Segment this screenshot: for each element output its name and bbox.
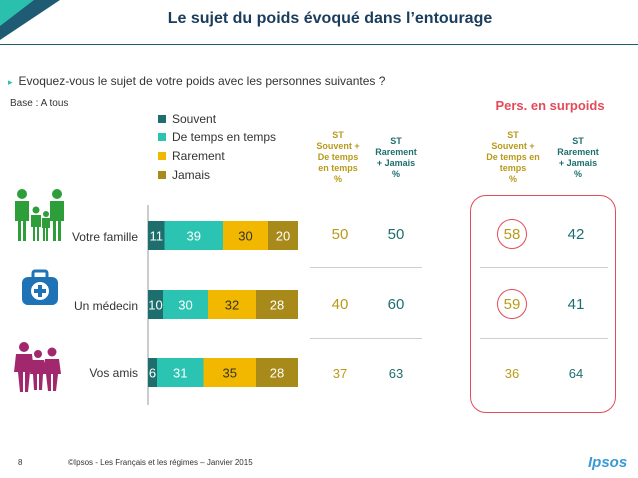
bar-data-label: 11 <box>150 229 164 244</box>
bar-data-label: 10 <box>148 298 162 313</box>
ipsos-logo: Ipsos <box>588 454 628 471</box>
bar-data-label: 30 <box>178 298 192 313</box>
row-separator <box>480 267 608 268</box>
value-st-often-group-famille: 58 <box>503 226 521 243</box>
bar-data-label: 39 <box>187 229 201 244</box>
value-st-often-amis: 37 <box>332 366 348 381</box>
page-number: 8 <box>18 458 23 467</box>
value-st-rare-amis: 63 <box>388 366 404 381</box>
bar-data-label: 20 <box>276 229 290 244</box>
value-st-often-famille: 50 <box>331 226 349 243</box>
bar-data-label: 32 <box>225 298 239 313</box>
bar-data-label: 28 <box>270 366 284 381</box>
value-st-rare-group-medecin: 41 <box>567 296 585 313</box>
stacked-bar-chart: 11 39 30 20 10 30 32 28 6 31 35 28 <box>147 205 298 405</box>
row-separator <box>310 267 422 268</box>
value-st-often-medecin: 40 <box>331 296 349 313</box>
bar-data-label: 28 <box>270 298 284 313</box>
row-separator <box>310 338 422 339</box>
bar-data-label: 31 <box>173 366 187 381</box>
value-st-often-group-medecin: 59 <box>503 296 521 313</box>
footer-copyright: ©Ipsos - Les Français et les régimes – J… <box>68 458 253 467</box>
value-st-rare-group-amis: 64 <box>568 366 584 381</box>
bar-data-label: 35 <box>223 366 237 381</box>
value-st-rare-famille: 50 <box>387 226 405 243</box>
value-st-often-group-amis: 36 <box>504 366 520 381</box>
bar-data-label: 6 <box>149 366 156 381</box>
value-st-rare-medecin: 60 <box>387 296 405 313</box>
row-separator <box>480 338 608 339</box>
bar-data-label: 30 <box>238 229 252 244</box>
value-st-rare-group-famille: 42 <box>567 226 585 243</box>
